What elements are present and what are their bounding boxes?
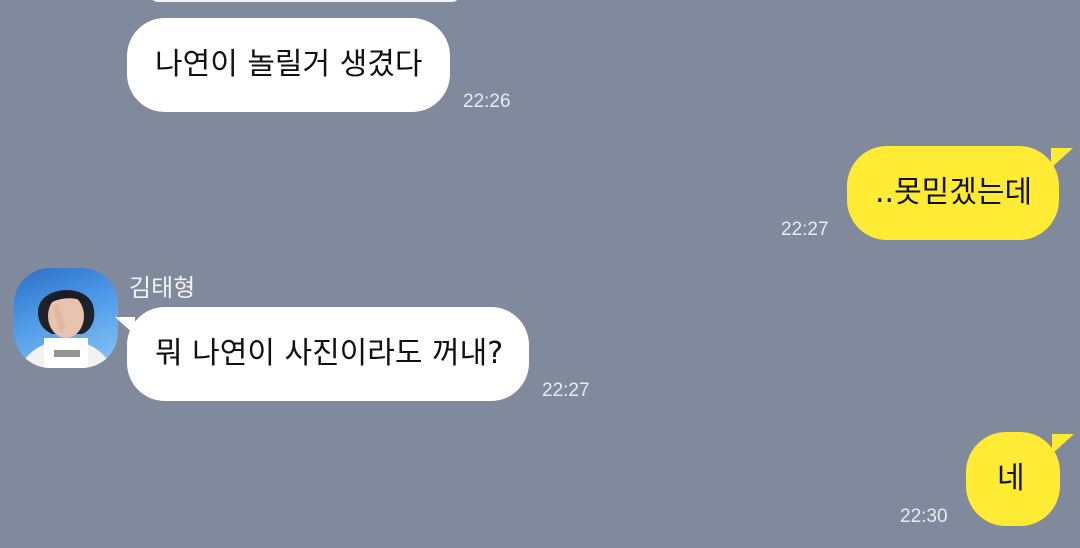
bubble-tail — [1051, 148, 1073, 168]
message-bubble-outgoing[interactable]: 네 — [966, 432, 1074, 526]
previous-message-bubble-edge — [150, 0, 460, 2]
message-text: ..못믿겠는데 — [875, 175, 1033, 210]
message-timestamp: 22:27 — [781, 219, 829, 240]
message-timestamp: 22:26 — [463, 91, 511, 112]
bubble-tail — [115, 317, 135, 335]
message-bubble-outgoing[interactable]: ..못믿겠는데 — [847, 146, 1073, 240]
message-timestamp: 22:27 — [542, 380, 590, 401]
bubble-tail — [1052, 434, 1074, 454]
message-timestamp: 22:30 — [900, 506, 948, 527]
message-text: 나연이 놀릴거 생겼다 — [155, 47, 423, 82]
profile-photo-icon[interactable] — [14, 268, 118, 368]
message-text: 뭐 나연이 사진이라도 꺼내? — [155, 336, 504, 371]
message-bubble-incoming[interactable]: 나연이 놀릴거 생겼다 — [127, 18, 450, 112]
message-text: 네 — [997, 461, 1025, 496]
sender-name: 김태형 — [129, 274, 196, 302]
message-bubble-incoming[interactable]: 뭐 나연이 사진이라도 꺼내? — [115, 307, 529, 401]
